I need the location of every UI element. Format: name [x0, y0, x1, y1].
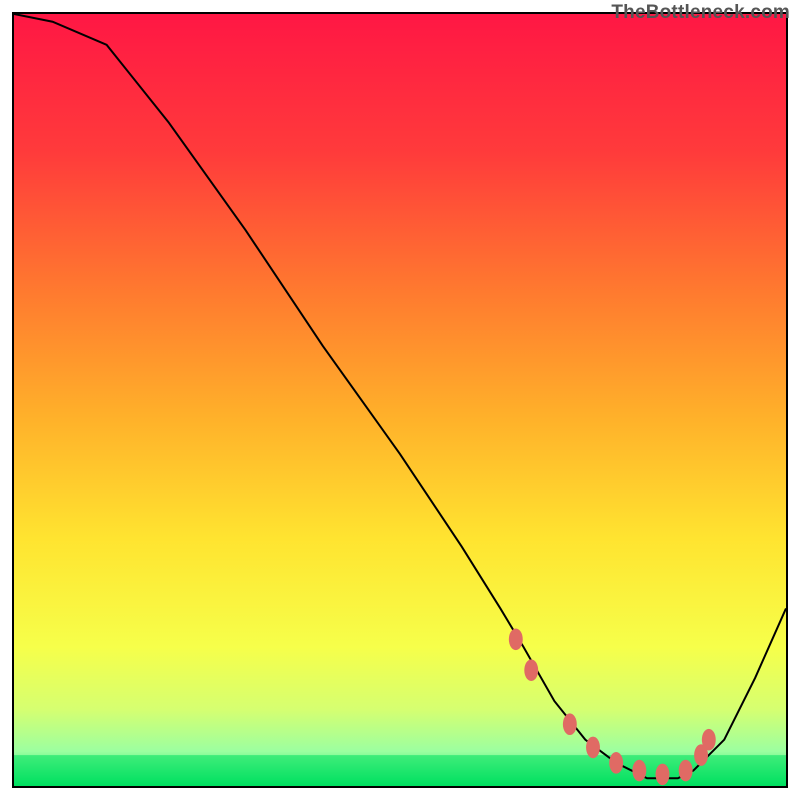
- sweet-spot-marker: [632, 760, 646, 782]
- sweet-spot-marker: [702, 729, 716, 751]
- chart-canvas: TheBottleneck.com: [0, 0, 800, 800]
- heatmap-background: [14, 14, 786, 786]
- plot-area: [12, 12, 788, 788]
- sweet-spot-marker: [524, 659, 538, 681]
- sweet-spot-marker: [609, 752, 623, 774]
- watermark-label: TheBottleneck.com: [611, 2, 790, 24]
- sweet-spot-marker: [586, 737, 600, 759]
- sweet-spot-marker: [563, 713, 577, 735]
- sweet-spot-marker: [656, 764, 670, 786]
- chart-svg: [14, 14, 786, 786]
- sweet-spot-marker: [679, 760, 693, 782]
- sweet-spot-marker: [509, 629, 523, 651]
- optimal-band: [14, 755, 786, 786]
